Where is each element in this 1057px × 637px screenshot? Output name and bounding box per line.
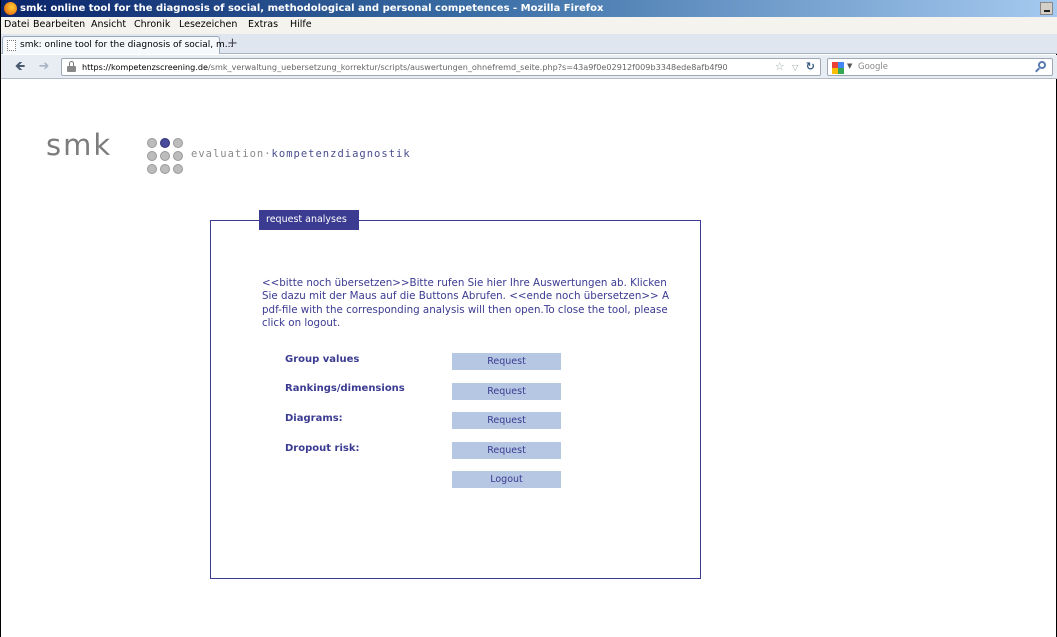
window-title: smk: online tool for the diagnosis of so… <box>20 3 604 14</box>
lock-icon <box>67 61 76 72</box>
rankings-dimensions-label: Rankings/dimensions <box>285 383 405 394</box>
panel-title: request analyses <box>259 210 359 230</box>
tab-label: smk: online tool for the diagnosis of so… <box>20 40 234 50</box>
search-icon[interactable] <box>1035 61 1047 73</box>
menu-lesezeichen[interactable]: Lesezeichen <box>179 19 237 30</box>
forward-arrow-icon[interactable]: ➜ <box>35 58 53 76</box>
search-bar[interactable]: ▼ Google <box>827 58 1053 76</box>
group-values-request-button[interactable]: Request <box>452 353 561 370</box>
logo-tagline: evaluation·kompetenzdiagnostik <box>191 148 411 160</box>
menu-datei[interactable]: Datei <box>4 19 29 30</box>
diagrams-label: Diagrams: <box>285 413 343 424</box>
menu-chronik[interactable]: Chronik <box>134 19 170 30</box>
logout-button[interactable]: Logout <box>452 471 561 488</box>
search-engine-label: Google <box>858 62 888 72</box>
dropout-risk-label: Dropout risk: <box>285 443 360 454</box>
url-bar[interactable]: https://kompetenzscreening.de/smk_verwal… <box>61 58 821 76</box>
firefox-icon <box>4 2 17 15</box>
history-dropdown-icon[interactable]: ▽ <box>792 63 798 72</box>
reload-icon[interactable]: ↻ <box>806 60 815 73</box>
dropout-risk-request-button[interactable]: Request <box>452 442 561 459</box>
menu-bar: Datei Bearbeiten Ansicht Chronik Lesezei… <box>1 17 1057 34</box>
minimize-icon[interactable] <box>1040 2 1053 15</box>
logo-dots-icon <box>147 138 189 180</box>
url-text: https://kompetenzscreening.de/smk_verwal… <box>82 62 728 72</box>
group-values-label: Group values <box>285 354 360 365</box>
search-engine-dropdown-icon[interactable]: ▼ <box>847 62 852 70</box>
smk-logo: smk <box>46 128 113 162</box>
intro-text: <<bitte noch übersetzen>>Bitte rufen Sie… <box>262 277 669 330</box>
browser-window: smk: online tool for the diagnosis of so… <box>0 0 1057 637</box>
rankings-dimensions-request-button[interactable]: Request <box>452 383 561 400</box>
new-tab-icon[interactable]: + <box>224 37 241 52</box>
menu-ansicht[interactable]: Ansicht <box>91 19 126 30</box>
menu-bearbeiten[interactable]: Bearbeiten <box>33 19 85 30</box>
tab-bar: smk: online tool for the diagnosis of so… <box>1 34 1057 54</box>
title-bar: smk: online tool for the diagnosis of so… <box>1 0 1057 17</box>
diagrams-request-button[interactable]: Request <box>452 412 561 429</box>
page-icon <box>7 40 16 51</box>
google-icon[interactable] <box>832 62 844 74</box>
bookmark-star-icon[interactable]: ☆ <box>775 60 785 73</box>
menu-extras[interactable]: Extras <box>248 19 278 30</box>
browser-tab[interactable]: smk: online tool for the diagnosis of so… <box>2 36 233 54</box>
back-arrow-icon[interactable]: 🡸 <box>11 58 29 76</box>
navigation-bar: 🡸 ➜ https://kompetenzscreening.de/smk_ve… <box>1 55 1057 79</box>
menu-hilfe[interactable]: Hilfe <box>290 19 312 30</box>
